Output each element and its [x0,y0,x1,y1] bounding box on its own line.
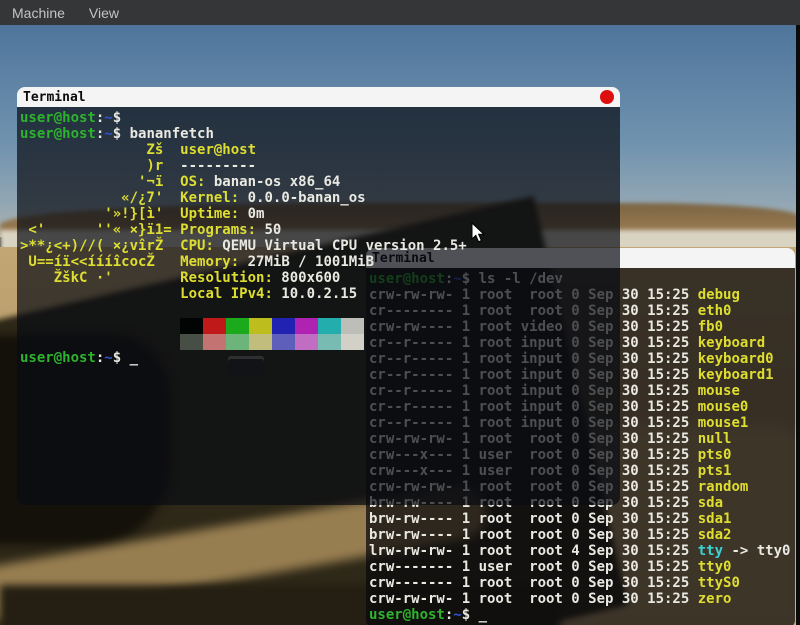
menu-view[interactable]: View [77,0,131,25]
color-palette-row [17,318,620,334]
menu-machine[interactable]: Machine [0,0,77,25]
terminal1-title: Terminal [23,90,86,105]
palette-swatch [295,318,318,334]
palette-swatch [203,318,226,334]
palette-swatch [272,318,295,334]
palette-swatch [295,334,318,350]
terminal-window-bananfetch[interactable]: Terminal user@host:~$ user@host:~$ banan… [17,87,620,505]
palette-swatch [341,318,364,334]
vm-screen: Machine View Terminal user@host:~$ ls -l… [0,0,800,625]
palette-swatch [180,318,203,334]
palette-swatch [180,334,203,350]
terminal1-body[interactable]: user@host:~$ user@host:~$ bananfetch Zš … [17,107,620,505]
color-palette-row [17,334,620,350]
mouse-cursor-icon [471,222,485,243]
wallpaper-edge-strip [796,25,800,625]
terminal1-titlebar[interactable]: Terminal [17,87,620,107]
palette-swatch [203,334,226,350]
palette-swatch [249,334,272,350]
palette-swatch [226,334,249,350]
palette-swatch [341,334,364,350]
palette-swatch [272,334,295,350]
vm-menubar: Machine View [0,0,800,25]
terminal1-output: user@host:~$ user@host:~$ bananfetch Zš … [17,107,620,366]
palette-swatch [318,334,341,350]
palette-swatch [318,318,341,334]
palette-swatch [226,318,249,334]
close-button-icon[interactable] [600,90,614,104]
palette-swatch [249,318,272,334]
